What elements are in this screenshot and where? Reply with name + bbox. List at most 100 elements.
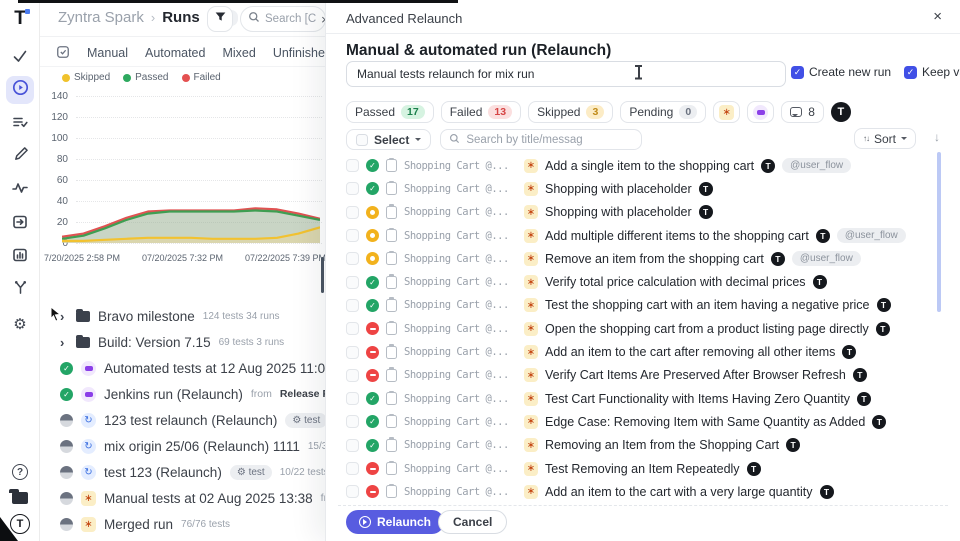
run-list-item[interactable]: › Bravo milestone 124 tests 34 runs <box>40 303 330 329</box>
run-type-icon: ↻ <box>81 465 96 480</box>
import-nav-item[interactable] <box>6 210 34 238</box>
automated-filter-chip[interactable] <box>747 101 774 123</box>
test-checkbox[interactable] <box>346 299 359 312</box>
test-list-item[interactable]: Shopping Cart @... ∗ Test Removing an It… <box>346 457 946 480</box>
run-list-item[interactable]: › Build: Version 7.15 69 tests 3 runs <box>40 329 330 355</box>
run-list-item[interactable]: › ↻ mix origin 25/06 (Relaunch) 1111 15/… <box>40 433 330 459</box>
test-list-item[interactable]: Shopping Cart @... ∗ Add an item to the … <box>346 480 946 503</box>
author-avatar: T <box>813 275 827 289</box>
test-checkbox[interactable] <box>346 159 359 172</box>
run-list-item[interactable]: › ✓ Jenkins run (Relaunch) from Release … <box>40 381 330 407</box>
test-checkbox[interactable] <box>346 229 359 242</box>
branches-nav-item[interactable] <box>6 276 34 304</box>
header-search[interactable]: Search [C × <box>240 6 326 32</box>
test-checkbox[interactable] <box>346 439 359 452</box>
run-list-item[interactable]: › ∗ Manual tests at 02 Aug 2025 13:38 fr… <box>40 485 330 511</box>
tab-item[interactable]: Manual <box>87 46 128 60</box>
status-filter-chip[interactable]: Passed 17 <box>346 101 434 123</box>
tab-item[interactable]: Automated <box>145 46 205 60</box>
tests-search[interactable]: Search by title/messag <box>440 129 642 150</box>
tab-item[interactable]: Mixed <box>222 46 255 60</box>
help-nav-item[interactable]: ? <box>6 458 34 486</box>
tag-badge: ⚙ test <box>230 465 272 480</box>
test-list-item[interactable]: Shopping Cart @... ∗ Add an item to the … <box>346 340 946 363</box>
check-icon <box>12 48 28 69</box>
run-list-item[interactable]: › ∗ Merged run 76/76 tests <box>40 511 330 537</box>
filter-button[interactable] <box>207 6 233 32</box>
comments-filter-chip[interactable]: 8 <box>781 101 824 123</box>
test-list-item[interactable]: ✓ Shopping Cart @... ∗ Removing an Item … <box>346 434 946 457</box>
test-list-item[interactable]: Shopping Cart @... ∗ Open the shopping c… <box>346 317 946 340</box>
test-list-item[interactable]: Shopping Cart @... ∗ Add multiple differ… <box>346 224 946 247</box>
test-checkbox[interactable] <box>346 392 359 405</box>
test-checkbox[interactable] <box>346 276 359 289</box>
app-window: T ⚙ ? T Zyntra Spark › Run <box>0 0 960 541</box>
breadcrumb-project[interactable]: Zyntra Spark <box>58 9 144 26</box>
manual-filter-chip[interactable]: ∗ <box>713 101 740 123</box>
test-checkbox[interactable] <box>346 369 359 382</box>
run-list-item[interactable]: › ↻ test 123 (Relaunch) ⚙ test 10/22 tes… <box>40 459 330 485</box>
test-list-item[interactable]: ✓ Shopping Cart @... ∗ Shopping with pla… <box>346 177 946 200</box>
run-list-item[interactable]: › ↻ 123 test relaunch (Relaunch) ⚙ test … <box>40 407 330 433</box>
relaunch-button[interactable]: Relaunch <box>346 510 444 534</box>
test-checkbox[interactable] <box>346 252 359 265</box>
close-icon[interactable]: × <box>933 8 942 25</box>
test-checkbox[interactable] <box>346 346 359 359</box>
test-list-item[interactable]: ✓ Shopping Cart @... ∗ Test Cart Functio… <box>346 387 946 410</box>
status-filter-chip[interactable]: Pending 0 <box>620 101 706 123</box>
test-checkbox[interactable] <box>346 485 359 498</box>
sort-dropdown[interactable]: ↑↓ Sort <box>854 128 916 149</box>
divider <box>40 36 330 37</box>
assignee-avatar[interactable]: T <box>831 102 851 122</box>
clipboard-icon <box>386 276 397 289</box>
test-status-icon <box>366 252 379 265</box>
status-filter-chip[interactable]: Failed 13 <box>441 101 521 123</box>
tab-item[interactable]: Unfinished <box>273 46 332 60</box>
text-cursor <box>634 64 643 80</box>
settings-nav-item[interactable]: ⚙ <box>6 310 34 338</box>
option-checkbox[interactable]: ✓ Create new run <box>791 65 891 79</box>
option-checkbox[interactable]: ✓ Keep values ? <box>904 65 960 79</box>
plans-nav-item[interactable] <box>6 110 34 138</box>
select-dropdown[interactable]: Select <box>346 129 431 150</box>
brand-logo[interactable]: T <box>9 8 31 30</box>
cancel-button[interactable]: Cancel <box>438 510 507 534</box>
checkbox-checked-icon[interactable]: ✓ <box>904 66 917 79</box>
test-list-item[interactable]: ✓ Shopping Cart @... ∗ Verify total pric… <box>346 270 946 293</box>
test-checkbox[interactable] <box>346 206 359 219</box>
test-list-item[interactable]: Shopping Cart @... ∗ Remove an item from… <box>346 247 946 270</box>
select-checkbox[interactable] <box>356 134 368 146</box>
test-checkbox[interactable] <box>346 182 359 195</box>
chart-legend: Skipped Passed Failed <box>62 72 221 83</box>
author-avatar: T <box>699 182 713 196</box>
test-list-item[interactable]: Shopping Cart @... ∗ Verify Cart Items A… <box>346 364 946 387</box>
edit-nav-item[interactable] <box>6 143 34 171</box>
analytics-nav-item[interactable] <box>6 176 34 204</box>
test-list-item[interactable]: ✓ Shopping Cart @... ∗ Edge Case: Removi… <box>346 410 946 433</box>
checkbox-checked-icon[interactable]: ✓ <box>791 66 804 79</box>
checks-nav-item[interactable] <box>6 44 34 72</box>
test-list-item[interactable]: ✓ Shopping Cart @... ∗ Test the shopping… <box>346 294 946 317</box>
main-scrollbar[interactable] <box>321 257 324 293</box>
runs-nav-item-active[interactable] <box>6 76 34 104</box>
x-tick: 07/22/2025 7:39 PM <box>245 253 326 263</box>
cursor-artifact <box>0 517 18 541</box>
manual-test-icon: ∗ <box>524 322 538 336</box>
run-name-input[interactable] <box>346 61 786 87</box>
expand-chevron-icon[interactable]: › <box>60 335 68 350</box>
download-icon[interactable]: ↓ <box>934 130 940 144</box>
select-all-icon[interactable] <box>56 45 70 62</box>
test-list-item[interactable]: Shopping Cart @... ∗ Shopping with place… <box>346 201 946 224</box>
test-checkbox[interactable] <box>346 462 359 475</box>
status-filter-chip[interactable]: Skipped 3 <box>528 101 613 123</box>
test-list-item[interactable]: ✓ Shopping Cart @... ∗ Add a single item… <box>346 154 946 177</box>
projects-nav-item[interactable] <box>6 484 34 512</box>
test-checkbox[interactable] <box>346 322 359 335</box>
x-tick: 7/20/2025 2:58 PM <box>44 253 120 263</box>
divider <box>338 505 948 506</box>
test-checkbox[interactable] <box>346 415 359 428</box>
modal-scrollbar[interactable] <box>937 152 941 312</box>
reports-nav-item[interactable] <box>6 243 34 271</box>
advanced-relaunch-modal: Advanced Relaunch × Manual & automated r… <box>325 0 960 541</box>
run-list-item[interactable]: › ✓ Automated tests at 12 Aug 2025 11:08… <box>40 355 330 381</box>
